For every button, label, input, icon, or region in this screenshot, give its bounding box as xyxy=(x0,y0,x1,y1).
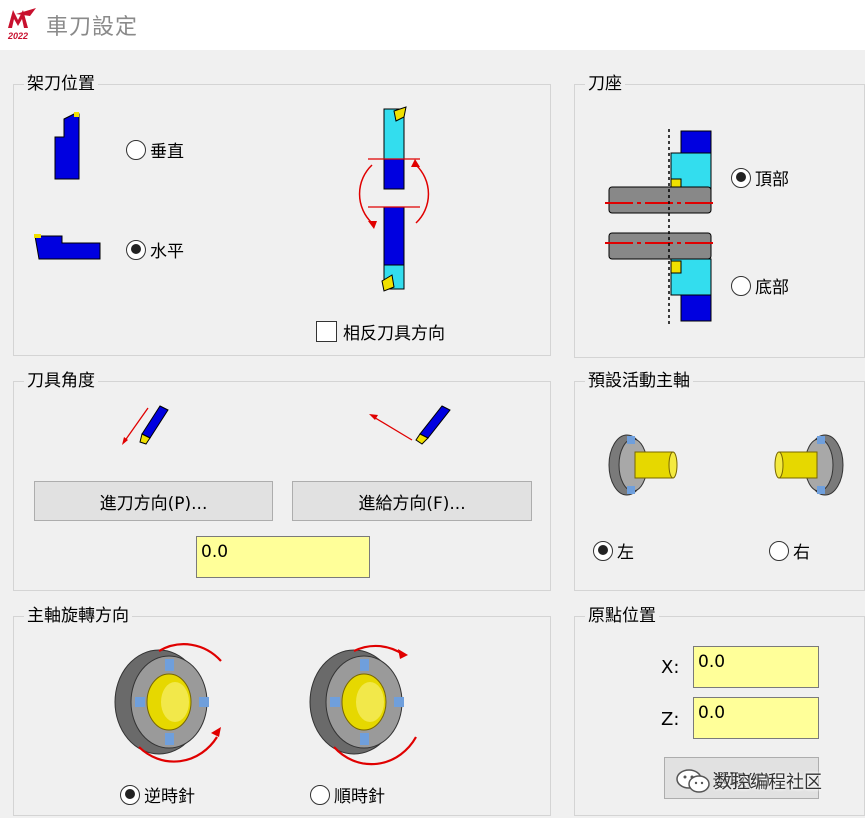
watermark-text: 数控编程社区 xyxy=(714,772,822,793)
feed-direction-icon xyxy=(369,405,451,445)
spindle-left-radio[interactable]: 左 xyxy=(593,538,634,563)
right-spindle-icon xyxy=(774,434,844,496)
horizontal-radio[interactable]: 水平 xyxy=(126,237,184,262)
horizontal-radio-dot[interactable] xyxy=(126,239,146,260)
watermark: 数控编程社区 xyxy=(676,768,822,794)
plunge-direction-icon xyxy=(122,405,169,445)
holder-bottom-radio[interactable]: 底部 xyxy=(731,273,789,298)
x-label: X: xyxy=(661,657,680,678)
horizontal-tool-icon xyxy=(34,234,101,260)
ccw-label: 逆時針 xyxy=(144,787,195,807)
holder-bottom-radio-dot[interactable] xyxy=(731,275,751,296)
spindle-right-radio-dot[interactable] xyxy=(769,540,789,561)
tool-angle-group: 刀具角度 進刀方向(P)... 進給方向(F)... 0.0 xyxy=(13,370,551,591)
origin-legend: 原點位置 xyxy=(585,605,659,627)
reverse-tool-checkbox-box[interactable] xyxy=(316,321,337,342)
origin-z-input[interactable]: 0.0 xyxy=(693,697,819,739)
cw-radio[interactable]: 順時針 xyxy=(310,782,385,807)
feed-direction-button[interactable]: 進給方向(F)... xyxy=(292,481,532,521)
logo-year: 2022 xyxy=(7,31,28,41)
title-bar: 2022 車刀設定 xyxy=(0,0,865,50)
cw-rotation-icon xyxy=(309,644,417,766)
spindle-left-label: 左 xyxy=(617,543,634,563)
default-spindle-legend: 預設活動主軸 xyxy=(585,370,693,392)
vertical-label: 垂直 xyxy=(150,142,184,162)
spindle-right-radio[interactable]: 右 xyxy=(769,538,810,563)
horizontal-label: 水平 xyxy=(150,242,184,262)
left-spindle-icon xyxy=(608,434,678,496)
origin-x-input[interactable]: 0.0 xyxy=(693,646,819,688)
z-label: Z: xyxy=(661,709,680,730)
tool-angle-input[interactable]: 0.0 xyxy=(196,536,370,578)
vertical-tool-icon xyxy=(54,112,80,180)
wechat-icon xyxy=(676,769,710,793)
spindle-direction-group: 主軸旋轉方向 逆時針 順時針 xyxy=(13,605,551,816)
window-title: 車刀設定 xyxy=(46,15,139,40)
spindle-right-label: 右 xyxy=(793,543,810,563)
holder-top-radio-dot[interactable] xyxy=(731,167,751,188)
holder-top-radio[interactable]: 頂部 xyxy=(731,165,789,190)
tool-angle-legend: 刀具角度 xyxy=(24,370,98,392)
turret-position-icon xyxy=(605,129,715,325)
tool-flip-diagram-icon xyxy=(358,106,430,292)
tool-position-group: 架刀位置 垂直 水平 相反刀具方向 xyxy=(13,73,551,356)
mastercam-logo-icon: 2022 xyxy=(7,8,36,41)
tool-holder-legend: 刀座 xyxy=(585,73,625,95)
tool-position-legend: 架刀位置 xyxy=(24,73,98,95)
cw-label: 順時針 xyxy=(334,787,385,807)
holder-top-label: 頂部 xyxy=(755,170,789,190)
default-spindle-group: 預設活動主軸 左 右 xyxy=(574,370,865,591)
ccw-radio-dot[interactable] xyxy=(120,784,140,805)
cw-radio-dot[interactable] xyxy=(310,784,330,805)
reverse-tool-checkbox[interactable]: 相反刀具方向 xyxy=(316,319,445,344)
spindle-direction-legend: 主軸旋轉方向 xyxy=(24,605,132,627)
vertical-radio-dot[interactable] xyxy=(126,139,146,160)
holder-bottom-label: 底部 xyxy=(755,278,789,298)
plunge-direction-button[interactable]: 進刀方向(P)... xyxy=(34,481,273,521)
spindle-left-radio-dot[interactable] xyxy=(593,540,613,561)
vertical-radio[interactable]: 垂直 xyxy=(126,137,184,162)
ccw-radio[interactable]: 逆時針 xyxy=(120,782,195,807)
tool-holder-group: 刀座 頂部 底部 xyxy=(574,73,865,358)
ccw-rotation-icon xyxy=(114,643,222,763)
reverse-tool-label: 相反刀具方向 xyxy=(343,324,445,344)
